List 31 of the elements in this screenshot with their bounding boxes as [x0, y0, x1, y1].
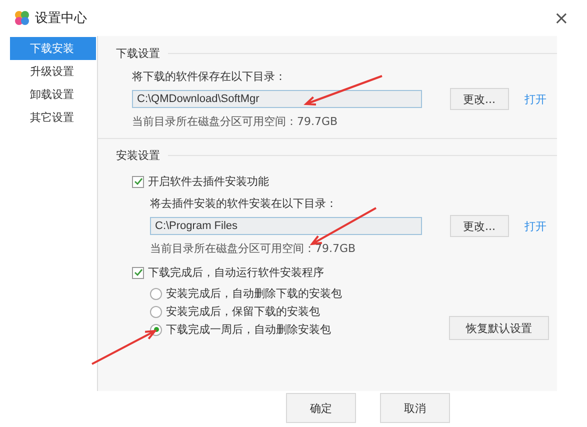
path-field[interactable]: C:\Program Files: [150, 217, 422, 235]
restore-defaults-button[interactable]: 恢复默认设置: [449, 316, 549, 340]
window-title: 设置中心: [35, 10, 87, 27]
change-button[interactable]: 更改...: [450, 88, 508, 110]
clover-logo-icon: [14, 10, 30, 26]
directory-prompt: 将下载的软件保存在以下目录：: [132, 69, 287, 84]
dialog-button[interactable]: 确定: [286, 393, 356, 423]
annotation-arrow: [310, 207, 377, 246]
free-space-text: 当前目录所在磁盘分区可用空间：79.7GB: [150, 241, 357, 256]
checkbox-label: 开启软件去插件安装功能: [148, 174, 269, 189]
radio-label: 安装完成后，自动删除下载的安装包: [166, 286, 342, 301]
dialog-button[interactable]: 取消: [380, 393, 450, 423]
sidebar-item[interactable]: 下载安装: [10, 37, 96, 60]
path-field[interactable]: C:\QMDownload\SoftMgr: [132, 90, 422, 108]
checkbox-label: 下载完成后，自动运行软件安装程序: [148, 265, 324, 280]
checkbox[interactable]: [132, 266, 144, 278]
radio-label: 安装完成后，保留下载的安装包: [166, 304, 320, 319]
sidebar-item[interactable]: 升级设置: [10, 60, 96, 83]
directory-prompt: 将去插件安装的软件安装在以下目录：: [150, 196, 338, 211]
change-button[interactable]: 更改...: [450, 215, 508, 237]
sidebar-item[interactable]: 卸载设置: [10, 83, 96, 106]
free-space-text: 当前目录所在磁盘分区可用空间：79.7GB: [132, 114, 339, 129]
close-button[interactable]: ×: [546, 8, 577, 28]
sidebar-item[interactable]: 其它设置: [10, 106, 96, 129]
radio-button[interactable]: [150, 288, 162, 300]
section-heading: 安装设置: [116, 148, 160, 163]
section-heading: 下载设置: [116, 46, 160, 61]
checkbox[interactable]: [132, 176, 144, 188]
radio-button[interactable]: [150, 306, 162, 318]
annotation-arrow: [91, 330, 158, 365]
radio-label: 下载完成一周后，自动删除安装包: [166, 322, 331, 337]
